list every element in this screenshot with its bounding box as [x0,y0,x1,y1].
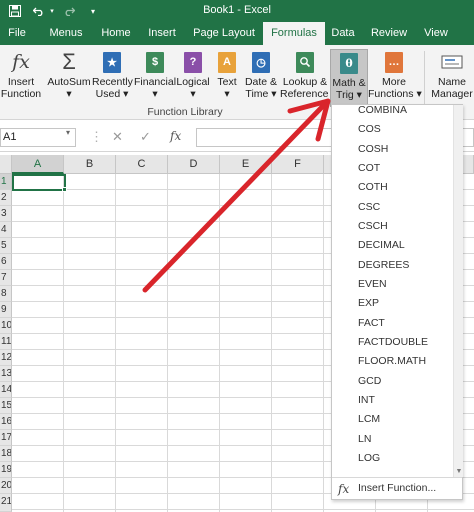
math-trig-button[interactable]: θ Math & Trig ▾ [330,49,368,107]
tab-view[interactable]: View [419,22,453,45]
menu-item-fact[interactable]: FACT [358,314,385,333]
column-header[interactable]: A [12,155,64,174]
insert-function-icon: fx [12,51,30,73]
menu-scrollbar[interactable]: ▼ [453,105,463,477]
tab-insert[interactable]: Insert [142,22,182,45]
math-trig-dropdown: COMBINA COS COSH COT COTH CSC CSCH DECIM… [331,104,463,500]
menu-item-lcm[interactable]: LCM [358,410,380,429]
insert-function-menu-item[interactable]: fx Insert Function... [332,477,462,499]
active-cell[interactable] [12,174,66,191]
row-header[interactable]: 15 [0,398,12,414]
fx-icon: fx [338,482,350,496]
tab-file[interactable]: File [0,22,34,45]
tab-home[interactable]: Home [94,22,138,45]
menu-item-gcd[interactable]: GCD [358,372,381,391]
row-header[interactable]: 10 [0,318,12,334]
column-header[interactable]: D [168,155,220,174]
row-header[interactable]: 4 [0,222,12,238]
tab-menus[interactable]: Menus [42,22,90,45]
function-list: COMBINA COS COSH COT COTH CSC CSCH DECIM… [332,105,453,477]
tab-formulas[interactable]: Formulas [263,22,325,45]
more-icon: ⋮ [90,129,103,144]
insert-function-label: Insert Function... [358,482,437,494]
row-header[interactable]: 7 [0,270,12,286]
logical-icon: ? [182,51,204,73]
menu-item-csch[interactable]: CSCH [358,217,388,236]
autosum-icon: Σ [62,49,76,74]
row-header[interactable]: 13 [0,366,12,382]
menu-item-cot[interactable]: COT [358,159,380,178]
column-header[interactable]: B [64,155,116,174]
row-header[interactable]: 11 [0,334,12,350]
recently-used-icon: ★ [101,51,123,73]
enter-icon[interactable]: ✓ [140,129,151,145]
text-icon: A [216,51,238,73]
menu-item-decimal[interactable]: DECIMAL [358,236,405,255]
tab-page-layout[interactable]: Page Layout [190,22,258,45]
menu-item-floor-math[interactable]: FLOOR.MATH [358,352,426,371]
name-box[interactable]: A1 [0,128,76,147]
name-manager-button[interactable]: Name Manager [430,49,474,107]
date-time-button[interactable]: ◷ Date & Time ▾ [243,49,279,107]
column-header[interactable]: C [116,155,168,174]
function-library-group-label: Function Library [147,106,223,118]
row-header[interactable]: 6 [0,254,12,270]
column-header[interactable]: F [272,155,324,174]
menu-item-factdouble[interactable]: FACTDOUBLE [358,333,428,352]
insert-function-button[interactable]: fx Insert Function [0,49,42,107]
menu-item-combina[interactable]: COMBINA [358,105,407,120]
row-header[interactable]: 17 [0,430,12,446]
financial-button[interactable]: $ Financial ▾ [134,49,176,107]
fill-handle[interactable] [62,187,67,192]
window-title: Book1 - Excel [203,4,271,16]
menu-item-coth[interactable]: COTH [358,178,388,197]
tab-review[interactable]: Review [366,22,412,45]
row-header[interactable]: 20 [0,478,12,494]
name-manager-icon [441,51,463,73]
row-header[interactable]: 19 [0,462,12,478]
menu-item-csc[interactable]: CSC [358,198,380,217]
row-header[interactable]: 1 [0,174,12,190]
scroll-down-icon[interactable]: ▼ [454,467,464,477]
row-header[interactable]: 16 [0,414,12,430]
cancel-icon[interactable]: ✕ [112,129,123,145]
autosum-button[interactable]: Σ AutoSum ▾ [46,49,92,107]
date-time-icon: ◷ [250,51,272,73]
menu-item-log[interactable]: LOG [358,449,380,468]
row-header[interactable]: 21 [0,494,12,512]
insert-function-fx-icon[interactable]: fx [170,129,181,143]
lookup-reference-button[interactable]: Lookup & Reference ▾ [280,49,337,107]
more-functions-icon: … [383,51,405,73]
name-box-dropdown-icon[interactable]: ▾ [66,128,70,137]
menu-item-ln[interactable]: LN [358,430,371,449]
row-header[interactable]: 9 [0,302,12,318]
row-header[interactable]: 14 [0,382,12,398]
financial-icon: $ [144,51,166,73]
row-header[interactable]: 12 [0,350,12,366]
menu-item-even[interactable]: EVEN [358,275,387,294]
text-button[interactable]: A Text ▾ [212,49,242,107]
row-header[interactable]: 5 [0,238,12,254]
title-bar: ▾ ▾ Book1 - Excel [0,0,474,22]
menu-item-degrees[interactable]: DEGREES [358,256,409,275]
ribbon-tabs: File Menus Home Insert Page Layout Formu… [0,22,474,45]
row-header[interactable]: 3 [0,206,12,222]
row-header[interactable]: 8 [0,286,12,302]
math-trig-icon: θ [338,52,360,74]
row-header[interactable]: 18 [0,446,12,462]
recently-used-button[interactable]: ★ Recently Used ▾ [92,49,133,107]
tab-data[interactable]: Data [328,22,358,45]
column-header[interactable]: E [220,155,272,174]
logical-button[interactable]: ? Logical ▾ [176,49,210,107]
row-header[interactable]: 2 [0,190,12,206]
menu-item-exp[interactable]: EXP [358,294,379,313]
menu-item-int[interactable]: INT [358,391,375,410]
select-all-corner[interactable] [0,155,12,174]
more-functions-button[interactable]: … More Functions ▾ [368,49,422,107]
lookup-reference-icon [294,51,316,73]
menu-item-cos[interactable]: COS [358,120,381,139]
menu-item-cosh[interactable]: COSH [358,140,388,159]
